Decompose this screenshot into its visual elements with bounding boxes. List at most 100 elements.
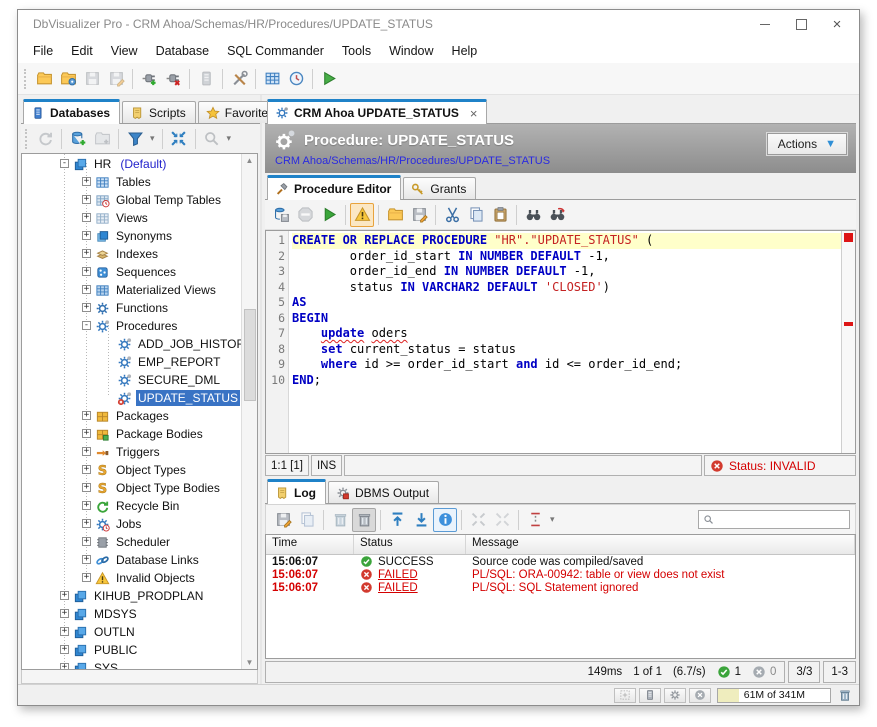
tree-expander-icon[interactable]: + bbox=[82, 285, 91, 294]
tree-item-label[interactable]: UPDATE_STATUS bbox=[136, 390, 240, 406]
log-tab-dbms-output[interactable]: DBMS Output bbox=[328, 481, 439, 503]
code-area[interactable]: CREATE OR REPLACE PROCEDURE "HR"."UPDATE… bbox=[289, 231, 841, 453]
tree-item-label[interactable]: Materialized Views bbox=[114, 282, 218, 298]
save-as-button[interactable] bbox=[271, 508, 295, 532]
tree-expander-icon[interactable]: + bbox=[82, 267, 91, 276]
tree-item-label[interactable]: Scheduler bbox=[114, 534, 172, 550]
menu-edit[interactable]: Edit bbox=[62, 41, 102, 61]
tree-expander-icon[interactable]: + bbox=[82, 303, 91, 312]
tree-item-label[interactable]: Global Temp Tables bbox=[114, 192, 223, 208]
tree-item-scheduler[interactable]: + Scheduler bbox=[22, 533, 241, 551]
tree-expander-icon[interactable]: + bbox=[82, 519, 91, 528]
tree-item-mdsys[interactable]: +MDSYS bbox=[22, 605, 241, 623]
tree-item-label[interactable]: Triggers bbox=[114, 444, 162, 460]
save-db-button[interactable] bbox=[269, 203, 293, 227]
tree-item-label[interactable]: Packages bbox=[114, 408, 171, 424]
tree-item-label[interactable]: Invalid Objects bbox=[114, 570, 197, 586]
tree-item-functions[interactable]: + Functions bbox=[22, 299, 241, 317]
tree-item-label[interactable]: Recycle Bin bbox=[114, 498, 181, 514]
tree-item-procedures[interactable]: -Procedures bbox=[22, 317, 241, 335]
tree-expander-icon[interactable]: + bbox=[82, 447, 91, 456]
close-tab-icon[interactable]: × bbox=[470, 106, 478, 121]
tree-item-label[interactable]: OUTLN bbox=[92, 624, 137, 640]
menu-sql-commander[interactable]: SQL Commander bbox=[218, 41, 333, 61]
tree-item-hr[interactable]: -HR(Default) bbox=[22, 155, 241, 173]
left-tab-databases[interactable]: Databases bbox=[23, 99, 120, 124]
tree-item-label[interactable]: Object Types bbox=[114, 462, 188, 478]
memory-indicator[interactable]: 61M of 341M bbox=[717, 688, 831, 703]
tree-expander-icon[interactable]: + bbox=[82, 231, 91, 240]
actions-button[interactable]: Actions ▼ bbox=[767, 133, 847, 155]
jump-bottom-button[interactable] bbox=[409, 508, 433, 532]
database-tree[interactable]: -HR(Default)+Tables+Global Temp Tables+V… bbox=[22, 154, 241, 669]
log-tab-log[interactable]: Log bbox=[267, 479, 326, 504]
tree-vertical-scrollbar[interactable]: ▲ ▼ bbox=[241, 154, 257, 669]
menu-window[interactable]: Window bbox=[380, 41, 442, 61]
menu-view[interactable]: View bbox=[102, 41, 147, 61]
menu-tools[interactable]: Tools bbox=[333, 41, 380, 61]
left-tab-scripts[interactable]: Scripts bbox=[122, 101, 196, 123]
object-tab-update-status[interactable]: CRM Ahoa UPDATE_STATUS × bbox=[267, 99, 487, 124]
info-button[interactable] bbox=[433, 508, 457, 532]
log-row[interactable]: 15:06:07FAILEDPL/SQL: ORA-00942: table o… bbox=[266, 568, 855, 581]
tree-item-outln[interactable]: + OUTLN bbox=[22, 623, 241, 641]
tree-expander-icon[interactable]: + bbox=[82, 429, 91, 438]
column-header-message[interactable]: Message bbox=[466, 535, 855, 554]
tools-button[interactable] bbox=[227, 67, 251, 91]
cut-button[interactable] bbox=[440, 203, 464, 227]
tasks-status-button[interactable] bbox=[664, 688, 686, 703]
filter-button[interactable] bbox=[123, 127, 147, 151]
error-marker[interactable] bbox=[844, 233, 853, 242]
database-server-button[interactable] bbox=[194, 67, 218, 91]
tree-expander-icon[interactable]: + bbox=[82, 177, 91, 186]
tree-item-add-job-history[interactable]: ADD_JOB_HISTORY bbox=[22, 335, 241, 353]
tree-item-label[interactable]: Views bbox=[114, 210, 150, 226]
tree-item-sys[interactable]: +SYS bbox=[22, 659, 241, 669]
schedule-clock-button[interactable] bbox=[284, 67, 308, 91]
column-header-time[interactable]: Time bbox=[266, 535, 354, 554]
tree-item-package-bodies[interactable]: + Package Bodies bbox=[22, 425, 241, 443]
search-input[interactable] bbox=[718, 513, 845, 527]
tree-item-object-types[interactable]: +SObject Types bbox=[22, 461, 241, 479]
tree-item-packages[interactable]: +Packages bbox=[22, 407, 241, 425]
maximize-button[interactable] bbox=[783, 12, 819, 36]
stop-button[interactable] bbox=[293, 203, 317, 227]
column-header-status[interactable]: Status bbox=[354, 535, 466, 554]
tree-item-triggers[interactable]: + Triggers bbox=[22, 443, 241, 461]
tree-expander-icon[interactable]: + bbox=[60, 609, 69, 618]
find-button[interactable] bbox=[521, 203, 545, 227]
tree-expander-icon[interactable]: + bbox=[82, 465, 91, 474]
tree-expander-icon[interactable]: + bbox=[60, 663, 69, 669]
editor-tab-procedure-editor[interactable]: Procedure Editor bbox=[267, 175, 401, 200]
tree-item-kihub-prodplan[interactable]: +KIHUB_PRODPLAN bbox=[22, 587, 241, 605]
log-row[interactable]: 15:06:07SUCCESSSource code was compiled/… bbox=[266, 555, 855, 568]
tree-expander-icon[interactable]: + bbox=[82, 573, 91, 582]
open-folder-button[interactable] bbox=[32, 67, 56, 91]
tree-item-synonyms[interactable]: +Synonyms bbox=[22, 227, 241, 245]
connections-status-button[interactable] bbox=[639, 688, 661, 703]
disconnect-button[interactable] bbox=[161, 67, 185, 91]
table-grid-button[interactable] bbox=[260, 67, 284, 91]
tree-expander-icon[interactable]: + bbox=[60, 627, 69, 636]
tree-item-label[interactable]: Package Bodies bbox=[114, 426, 205, 442]
tree-item-label[interactable]: Object Type Bodies bbox=[114, 480, 222, 496]
tree-item-materialized-views[interactable]: + Materialized Views bbox=[22, 281, 241, 299]
trash-clear-button[interactable] bbox=[352, 508, 376, 532]
tree-item-invalid-objects[interactable]: + Invalid Objects bbox=[22, 569, 241, 587]
dropdown-caret-icon[interactable]: ▾ bbox=[227, 133, 232, 144]
dropdown-caret-icon[interactable]: ▾ bbox=[150, 133, 155, 144]
grid-status-button[interactable] bbox=[614, 688, 636, 703]
tree-expander-icon[interactable]: - bbox=[60, 159, 69, 168]
connect-button[interactable] bbox=[137, 67, 161, 91]
tree-expander-icon[interactable]: + bbox=[82, 195, 91, 204]
tree-expander-icon[interactable]: + bbox=[82, 483, 91, 492]
tree-item-label[interactable]: Functions bbox=[114, 300, 170, 316]
tree-item-views[interactable]: +Views bbox=[22, 209, 241, 227]
tree-expander-icon[interactable]: + bbox=[82, 537, 91, 546]
scroll-down-icon[interactable]: ▼ bbox=[246, 658, 254, 667]
trash-button[interactable] bbox=[328, 508, 352, 532]
garbage-collect-icon[interactable] bbox=[838, 688, 852, 702]
jump-top-button[interactable] bbox=[385, 508, 409, 532]
folder-add-button[interactable] bbox=[90, 127, 114, 151]
tree-item-label[interactable]: Sequences bbox=[114, 264, 178, 280]
